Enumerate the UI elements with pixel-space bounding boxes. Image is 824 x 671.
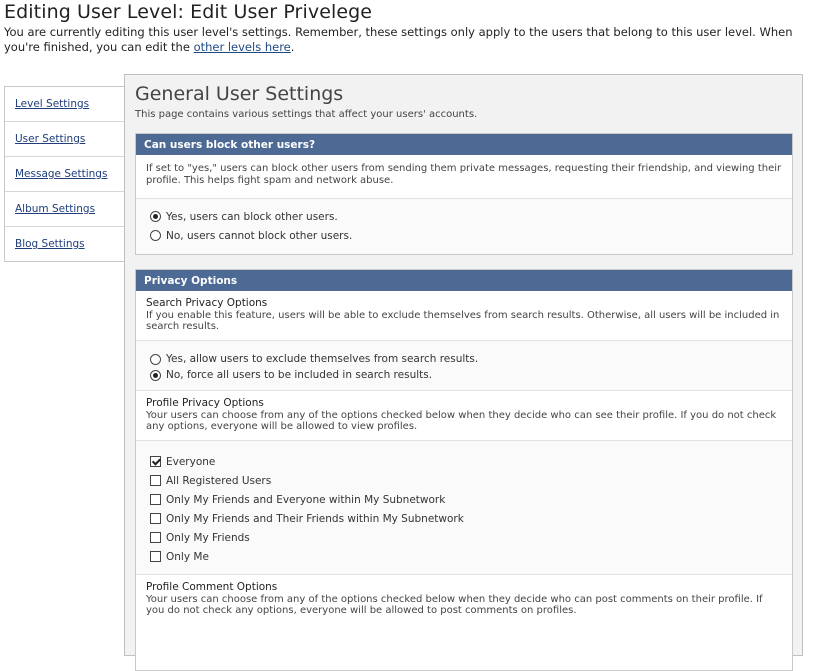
block-users-options: Yes, users can block other users. No, us… [136, 199, 792, 254]
block-users-yes-option[interactable]: Yes, users can block other users. [150, 207, 778, 226]
sidebar-link-blog-settings[interactable]: Blog Settings [15, 238, 85, 250]
profile-privacy-friends-subnetwork-label: Only My Friends and Everyone within My S… [166, 493, 446, 506]
block-users-no-option[interactable]: No, users cannot block other users. [150, 226, 778, 245]
radio-unselected[interactable] [150, 230, 161, 241]
profile-privacy-description: Profile Privacy Options Your users can c… [136, 391, 792, 440]
search-privacy-options: Yes, allow users to exclude themselves f… [136, 340, 792, 390]
privacy-options-box: Privacy Options Search Privacy Options I… [135, 269, 793, 671]
profile-privacy-registered-option[interactable]: All Registered Users [150, 471, 778, 490]
other-levels-link[interactable]: other levels here [194, 40, 291, 54]
profile-privacy-text: Your users can choose from any of the op… [146, 410, 777, 432]
search-privacy-yes-option[interactable]: Yes, allow users to exclude themselves f… [150, 351, 778, 367]
sidebar-item-level-settings[interactable]: Level Settings [5, 87, 125, 122]
search-privacy-no-option[interactable]: No, force all users to be included in se… [150, 367, 778, 383]
profile-privacy-registered-label: All Registered Users [166, 474, 272, 487]
sidebar-link-level-settings[interactable]: Level Settings [15, 98, 89, 110]
block-users-yes-label: Yes, users can block other users. [166, 210, 338, 223]
search-privacy-yes-label: Yes, allow users to exclude themselves f… [166, 353, 479, 365]
intro-end: . [290, 40, 295, 54]
privacy-options-header: Privacy Options [136, 270, 792, 291]
section-description: This page contains various settings that… [135, 109, 478, 120]
sidebar-item-blog-settings[interactable]: Blog Settings [5, 227, 125, 261]
profile-privacy-only-me-option[interactable]: Only Me [150, 547, 778, 566]
profile-privacy-section: Profile Privacy Options Your users can c… [136, 390, 792, 574]
checkbox-checked[interactable] [150, 456, 161, 467]
block-users-box: Can users block other users? If set to "… [135, 133, 793, 255]
radio-selected[interactable] [150, 211, 161, 222]
checkbox-unchecked[interactable] [150, 532, 161, 543]
profile-comment-description: Profile Comment Options Your users can c… [136, 575, 792, 624]
radio-selected[interactable] [150, 369, 161, 381]
profile-privacy-everyone-label: Everyone [166, 455, 216, 468]
profile-privacy-options: Everyone All Registered Users Only My Fr… [136, 440, 792, 574]
profile-privacy-friends-of-friends-label: Only My Friends and Their Friends within… [166, 512, 464, 525]
search-privacy-section: Search Privacy Options If you enable thi… [136, 291, 792, 390]
page-title: Editing User Level: Edit User Privelege [4, 1, 373, 23]
search-privacy-no-label: No, force all users to be included in se… [166, 369, 433, 381]
radio-unselected[interactable] [150, 353, 161, 365]
intro-body: You are currently editing this user leve… [4, 25, 793, 54]
search-privacy-title: Search Privacy Options [146, 297, 268, 309]
profile-comment-text: Your users can choose from any of the op… [146, 594, 763, 616]
checkbox-unchecked[interactable] [150, 551, 161, 562]
profile-comment-title: Profile Comment Options [146, 581, 278, 593]
profile-privacy-only-me-label: Only Me [166, 550, 209, 563]
block-users-header: Can users block other users? [136, 134, 792, 155]
profile-privacy-friends-subnetwork-option[interactable]: Only My Friends and Everyone within My S… [150, 490, 778, 509]
checkbox-unchecked[interactable] [150, 494, 161, 505]
sidebar-link-message-settings[interactable]: Message Settings [15, 168, 107, 180]
sidebar-item-user-settings[interactable]: User Settings [5, 122, 125, 157]
profile-privacy-friends-label: Only My Friends [166, 531, 250, 544]
sidebar-link-album-settings[interactable]: Album Settings [15, 203, 95, 215]
main-content: General User Settings This page contains… [124, 74, 803, 671]
intro-text: You are currently editing this user leve… [4, 25, 809, 55]
section-title: General User Settings [135, 83, 344, 105]
search-privacy-text: If you enable this feature, users will b… [146, 310, 780, 332]
profile-privacy-everyone-option[interactable]: Everyone [150, 452, 778, 471]
profile-privacy-friends-of-friends-option[interactable]: Only My Friends and Their Friends within… [150, 509, 778, 528]
profile-comment-section: Profile Comment Options Your users can c… [136, 574, 792, 624]
block-users-description: If set to "yes," users can block other u… [136, 155, 792, 199]
sidebar-nav: Level Settings User Settings Message Set… [4, 86, 125, 262]
search-privacy-description: Search Privacy Options If you enable thi… [136, 291, 792, 340]
profile-privacy-title: Profile Privacy Options [146, 397, 264, 409]
block-users-no-label: No, users cannot block other users. [166, 229, 353, 242]
checkbox-unchecked[interactable] [150, 475, 161, 486]
sidebar-link-user-settings[interactable]: User Settings [15, 133, 85, 145]
sidebar-item-album-settings[interactable]: Album Settings [5, 192, 125, 227]
sidebar-item-message-settings[interactable]: Message Settings [5, 157, 125, 192]
checkbox-unchecked[interactable] [150, 513, 161, 524]
profile-privacy-friends-option[interactable]: Only My Friends [150, 528, 778, 547]
